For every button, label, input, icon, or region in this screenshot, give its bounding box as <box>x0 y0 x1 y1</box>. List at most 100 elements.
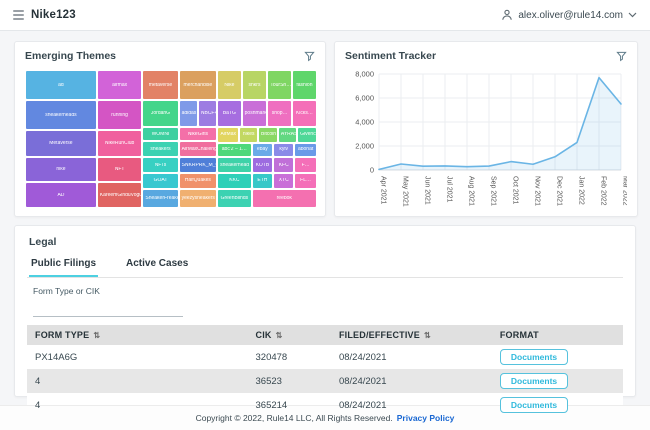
treemap-tile[interactable]: sneakerhead <box>217 157 251 173</box>
treemap-tile[interactable]: NFTs <box>142 157 178 173</box>
svg-text:6,000: 6,000 <box>355 94 374 103</box>
treemap-tile[interactable]: NikeRunClub <box>97 130 143 157</box>
column-header-form-type[interactable]: FORM TYPE⇅ <box>27 325 248 345</box>
x-axis-label: Jun 2021 <box>424 176 431 205</box>
treemap-tile[interactable]: KOTB <box>252 157 274 173</box>
treemap-tile[interactable]: KareemGinduVogue <box>97 182 143 208</box>
treemap-tile[interactable]: kyiv <box>273 143 294 158</box>
cell-cik: 36523 <box>248 369 331 393</box>
cell-format: Documents <box>492 369 623 393</box>
treemap-tile[interactable]: fashion <box>292 70 317 100</box>
treemap-tile[interactable]: AirMax <box>217 127 239 142</box>
treemap-tile[interactable]: abonat <box>294 143 317 158</box>
treemap-tile[interactable]: WOMNI <box>142 127 178 141</box>
form-cik-label: Form Type or CIK <box>33 286 623 296</box>
emerging-themes-title: Emerging Themes <box>25 50 116 62</box>
treemap-tile[interactable]: Kicks… <box>292 100 317 127</box>
copyright-text: Copyright © 2022, Rule14 LLC, All Rights… <box>196 413 393 423</box>
treemap-tile[interactable]: Nike <box>217 70 242 100</box>
form-cik-input[interactable] <box>33 303 183 317</box>
user-menu[interactable]: alex.oliver@rule14.com <box>501 9 637 21</box>
table-row: PX14A6G32047808/24/2021Documents <box>27 345 623 369</box>
treemap-tile[interactable]: reebok <box>252 189 317 208</box>
treemap-tile[interactable]: Metaverse <box>25 130 97 157</box>
treemap-tile[interactable]: Givenchy <box>297 127 317 142</box>
treemap-tile[interactable]: FL… <box>294 173 317 188</box>
chevron-down-icon <box>628 12 637 18</box>
treemap-tile[interactable]: running <box>97 100 143 130</box>
x-axis-label: Nov 2021 <box>534 176 541 206</box>
treemap-tile[interactable]: metaverse <box>142 70 178 100</box>
main-content: Emerging Themes adsneakerheadsMetaversen… <box>0 31 650 397</box>
treemap-tile[interactable]: KFC <box>273 157 294 173</box>
documents-button[interactable]: Documents <box>500 397 568 413</box>
column-header-filed-effective[interactable]: FILED/EFFECTIVE⇅ <box>331 325 492 345</box>
sort-icon: ⇅ <box>424 331 431 340</box>
treemap-tile[interactable]: JordanG <box>142 100 178 127</box>
treemap-tile[interactable]: HalfQuakes <box>179 173 218 188</box>
filings-table: FORM TYPE⇅CIK⇅FILED/EFFECTIVE⇅FORMAT PX1… <box>27 325 623 417</box>
sentiment-chart: 02,0004,0006,0008,000Apr 2021May 2021Jun… <box>345 66 627 208</box>
documents-button[interactable]: Documents <box>500 373 568 389</box>
x-axis-label: Jul 2021 <box>446 176 453 203</box>
treemap-tile[interactable]: XTC <box>273 173 294 188</box>
treemap-tile[interactable]: TourSn… <box>267 70 292 100</box>
sort-icon: ⇅ <box>276 331 283 340</box>
svg-text:0: 0 <box>370 166 374 175</box>
x-axis-label: Aug 2021 <box>468 176 475 206</box>
treemap-tile[interactable]: nike <box>25 157 97 182</box>
tab-active-cases[interactable]: Active Cases <box>124 254 190 277</box>
treemap-tile[interactable]: shop… <box>267 100 292 127</box>
treemap-tile[interactable]: SNKRPRK_M_G <box>179 157 218 173</box>
x-axis-label: Jan 2022 <box>578 176 585 205</box>
treemap-tile[interactable]: ad <box>25 70 97 100</box>
treemap-tile[interactable]: yeezysneakers <box>179 189 218 208</box>
sentiment-card: Sentiment Tracker 02,0004,0006,0008,000A… <box>334 41 638 217</box>
treemap-tile[interactable]: GreenBlinds <box>217 189 251 208</box>
treemap-tile[interactable]: ETH <box>252 173 274 188</box>
filter-icon[interactable] <box>304 51 315 62</box>
treemap-tile[interactable]: airmax <box>97 70 143 100</box>
treemap-tile[interactable]: AD <box>25 182 97 208</box>
treemap-tile[interactable]: nikes <box>239 127 258 142</box>
treemap-tile[interactable]: Bitcoin <box>258 127 278 142</box>
x-axis-label: Dec 2021 <box>556 176 563 206</box>
x-axis-label: Apr 2021 <box>380 176 387 205</box>
treemap-tile[interactable]: GOAT <box>142 173 178 188</box>
treemap-tile[interactable]: merchandise <box>179 70 218 100</box>
treemap-tile[interactable]: sneakers <box>142 141 178 157</box>
treemap-tile[interactable]: NikeGirls <box>179 127 218 141</box>
tab-public-filings[interactable]: Public Filings <box>29 254 98 277</box>
treemap-tile[interactable]: abc'2 – 1… <box>217 143 251 158</box>
treemap-tile[interactable]: AirMaxChallenge <box>179 141 218 157</box>
sort-icon: ⇅ <box>93 331 100 340</box>
legal-tabs: Public Filings Active Cases <box>27 254 623 278</box>
cell-filed-effective: 08/24/2021 <box>331 345 492 369</box>
treemap-tile[interactable]: NFT <box>97 157 143 182</box>
documents-button[interactable]: Documents <box>500 349 568 365</box>
menu-icon[interactable] <box>13 10 24 20</box>
treemap-tile[interactable]: ebay <box>252 143 274 158</box>
treemap-tile[interactable]: adidas <box>179 100 198 127</box>
cell-filed-effective: 08/24/2021 <box>331 369 492 393</box>
treemap-tile[interactable]: sneakerheads <box>25 100 97 130</box>
x-axis-label: May 2021 <box>402 176 409 207</box>
themes-treemap: adsneakerheadsMetaversenikeAD airmaxrunni… <box>25 70 317 208</box>
treemap-tile[interactable]: F… <box>294 157 317 173</box>
user-icon <box>501 9 513 21</box>
privacy-policy-link[interactable]: Privacy Policy <box>397 413 455 423</box>
treemap-tile[interactable]: NBCF+ <box>198 100 217 127</box>
user-email: alex.oliver@rule14.com <box>518 10 623 21</box>
cell-form-type: PX14A6G <box>27 345 248 369</box>
treemap-tile[interactable]: poshmark <box>242 100 268 127</box>
treemap-tile[interactable]: BaTG <box>217 100 242 127</box>
x-axis-label: Oct 2021 <box>512 176 519 205</box>
sentiment-title: Sentiment Tracker <box>345 50 436 62</box>
treemap-tile[interactable]: KKC <box>217 173 251 188</box>
filter-icon[interactable] <box>616 51 627 62</box>
treemap-tile[interactable]: SneakerFreakerTeam <box>142 189 178 208</box>
treemap-tile[interactable]: AYRAS <box>278 127 297 142</box>
column-header-cik[interactable]: CIK⇅ <box>248 325 331 345</box>
treemap-tile[interactable]: snkrs <box>242 70 268 100</box>
table-row: 43652308/24/2021Documents <box>27 369 623 393</box>
